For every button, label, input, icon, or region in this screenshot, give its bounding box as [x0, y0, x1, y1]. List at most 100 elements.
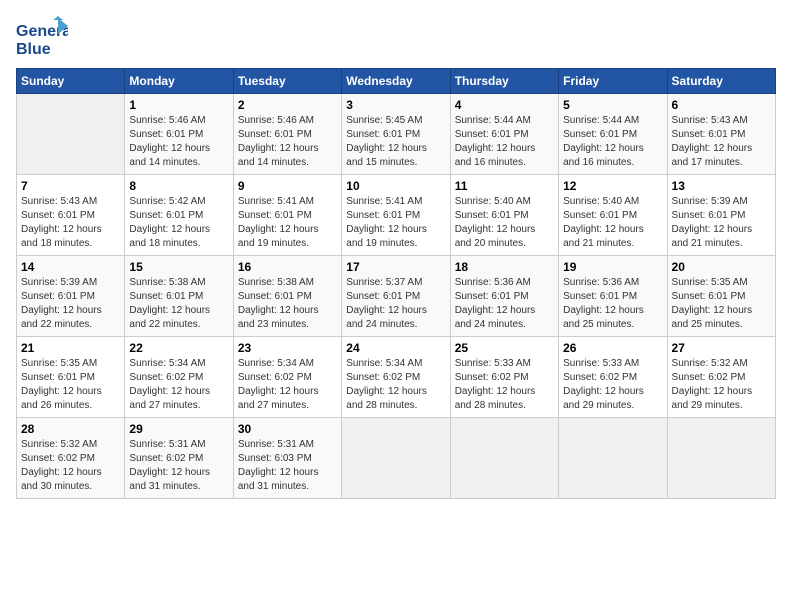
daylight-text: Daylight: 12 hours and 28 minutes.	[346, 385, 445, 413]
sunset-text: Sunset: 6:01 PM	[346, 128, 445, 142]
daylight-text: Daylight: 12 hours and 18 minutes.	[129, 223, 228, 251]
daylight-text: Daylight: 12 hours and 14 minutes.	[238, 142, 337, 170]
day-number: 6	[672, 98, 771, 112]
sunrise-text: Sunrise: 5:41 AM	[238, 195, 337, 209]
calendar-cell: 29Sunrise: 5:31 AMSunset: 6:02 PMDayligh…	[125, 418, 233, 499]
sunrise-text: Sunrise: 5:31 AM	[129, 438, 228, 452]
day-info: Sunrise: 5:32 AMSunset: 6:02 PMDaylight:…	[21, 438, 120, 494]
calendar-cell: 21 Sunrise: 5:35 AMSunset: 6:01 PMDayligh…	[17, 337, 125, 418]
day-info: Sunrise: 5:39 AMSunset: 6:01 PMDaylight:…	[672, 195, 771, 251]
day-number: 8	[129, 179, 228, 193]
day-info: Sunrise: 5:43 AMSunset: 6:01 PMDaylight:…	[672, 114, 771, 170]
day-number: 5	[563, 98, 662, 112]
sunrise-text: Sunrise: 5:35 AM	[21, 357, 120, 371]
calendar-cell: 4Sunrise: 5:44 AMSunset: 6:01 PMDaylight…	[450, 94, 558, 175]
calendar-cell: 18Sunrise: 5:36 AMSunset: 6:01 PMDayligh…	[450, 256, 558, 337]
sunrise-text: Sunrise: 5:43 AM	[21, 195, 120, 209]
day-info: Sunrise: 5:42 AMSunset: 6:01 PMDaylight:…	[129, 195, 228, 251]
calendar-cell: 27Sunrise: 5:32 AMSunset: 6:02 PMDayligh…	[667, 337, 775, 418]
sunrise-text: Sunrise: 5:32 AM	[21, 438, 120, 452]
day-number: 10	[346, 179, 445, 193]
calendar-cell: 5Sunrise: 5:44 AMSunset: 6:01 PMDaylight…	[559, 94, 667, 175]
day-number: 28	[21, 422, 120, 436]
day-info: Sunrise: 5:46 AMSunset: 6:01 PMDaylight:…	[238, 114, 337, 170]
sunset-text: Sunset: 6:01 PM	[672, 290, 771, 304]
day-number: 4	[455, 98, 554, 112]
calendar-cell: 12Sunrise: 5:40 AMSunset: 6:01 PMDayligh…	[559, 175, 667, 256]
calendar-cell: 30 Sunrise: 5:31 AMSunset: 6:03 PMDayligh…	[233, 418, 341, 499]
calendar-cell: 25 Sunrise: 5:33 AMSunset: 6:02 PMDayligh…	[450, 337, 558, 418]
sunset-text: Sunset: 6:02 PM	[129, 371, 228, 385]
day-info: Sunrise: 5:31 AMSunset: 6:03 PMDaylight:…	[238, 438, 337, 494]
daylight-text: Daylight: 12 hours and 22 minutes.	[129, 304, 228, 332]
sunrise-text: Sunrise: 5:36 AM	[563, 276, 662, 290]
daylight-text: Daylight: 12 hours and 25 minutes.	[563, 304, 662, 332]
sunset-text: Sunset: 6:01 PM	[563, 209, 662, 223]
sunrise-text: Sunrise: 5:44 AM	[563, 114, 662, 128]
day-number: 2	[238, 98, 337, 112]
calendar-cell	[17, 94, 125, 175]
daylight-text: Daylight: 12 hours and 21 minutes.	[672, 223, 771, 251]
sunset-text: Sunset: 6:01 PM	[455, 290, 554, 304]
sunset-text: Sunset: 6:02 PM	[563, 371, 662, 385]
daylight-text: Daylight: 12 hours and 20 minutes.	[455, 223, 554, 251]
calendar-week-5: 28Sunrise: 5:32 AMSunset: 6:02 PMDayligh…	[17, 418, 776, 499]
calendar-cell: 23Sunrise: 5:34 AMSunset: 6:02 PMDayligh…	[233, 337, 341, 418]
day-info: Sunrise: 5:37 AMSunset: 6:01 PMDaylight:…	[346, 276, 445, 332]
sunset-text: Sunset: 6:02 PM	[672, 371, 771, 385]
day-number: 21	[21, 341, 120, 355]
day-info: Sunrise: 5:38 AMSunset: 6:01 PMDaylight:…	[238, 276, 337, 332]
daylight-text: Daylight: 12 hours and 26 minutes.	[21, 385, 120, 413]
sunset-text: Sunset: 6:01 PM	[129, 290, 228, 304]
day-info: Sunrise: 5:36 AMSunset: 6:01 PMDaylight:…	[563, 276, 662, 332]
day-number: 1	[129, 98, 228, 112]
sunset-text: Sunset: 6:02 PM	[455, 371, 554, 385]
day-info: Sunrise: 5:45 AMSunset: 6:01 PMDaylight:…	[346, 114, 445, 170]
calendar-cell: 28 Sunrise: 5:32 AMSunset: 6:02 PMDayligh…	[17, 418, 125, 499]
daylight-text: Daylight: 12 hours and 19 minutes.	[238, 223, 337, 251]
day-info: Sunrise: 5:41 AMSunset: 6:01 PMDaylight:…	[346, 195, 445, 251]
sunrise-text: Sunrise: 5:32 AM	[672, 357, 771, 371]
daylight-text: Daylight: 12 hours and 27 minutes.	[129, 385, 228, 413]
sunset-text: Sunset: 6:01 PM	[455, 209, 554, 223]
day-number: 25	[455, 341, 554, 355]
sunrise-text: Sunrise: 5:43 AM	[672, 114, 771, 128]
day-info: Sunrise: 5:41 AMSunset: 6:01 PMDaylight:…	[238, 195, 337, 251]
sunrise-text: Sunrise: 5:33 AM	[455, 357, 554, 371]
day-number: 27	[672, 341, 771, 355]
logo: General Blue	[16, 16, 68, 60]
daylight-text: Daylight: 12 hours and 14 minutes.	[129, 142, 228, 170]
sunrise-text: Sunrise: 5:34 AM	[129, 357, 228, 371]
daylight-text: Daylight: 12 hours and 31 minutes.	[129, 466, 228, 494]
day-number: 24	[346, 341, 445, 355]
calendar-cell: 26Sunrise: 5:33 AMSunset: 6:02 PMDayligh…	[559, 337, 667, 418]
sunset-text: Sunset: 6:01 PM	[21, 371, 120, 385]
sunset-text: Sunset: 6:02 PM	[129, 452, 228, 466]
calendar-cell: 13Sunrise: 5:39 AMSunset: 6:01 PMDayligh…	[667, 175, 775, 256]
sunset-text: Sunset: 6:01 PM	[455, 128, 554, 142]
day-number: 14	[21, 260, 120, 274]
day-number: 22	[129, 341, 228, 355]
calendar-cell	[559, 418, 667, 499]
day-info: Sunrise: 5:33 AMSunset: 6:02 PMDaylight:…	[455, 357, 554, 413]
column-header-thursday: Thursday	[450, 69, 558, 94]
daylight-text: Daylight: 12 hours and 28 minutes.	[455, 385, 554, 413]
sunrise-text: Sunrise: 5:40 AM	[563, 195, 662, 209]
column-header-friday: Friday	[559, 69, 667, 94]
day-number: 19	[563, 260, 662, 274]
day-number: 12	[563, 179, 662, 193]
page-header: General Blue	[16, 16, 776, 60]
day-info: Sunrise: 5:35 AMSunset: 6:01 PMDaylight:…	[672, 276, 771, 332]
day-number: 30	[238, 422, 337, 436]
day-info: Sunrise: 5:40 AMSunset: 6:01 PMDaylight:…	[455, 195, 554, 251]
sunset-text: Sunset: 6:01 PM	[238, 209, 337, 223]
calendar-cell: 6 Sunrise: 5:43 AMSunset: 6:01 PMDaylight…	[667, 94, 775, 175]
sunrise-text: Sunrise: 5:33 AM	[563, 357, 662, 371]
calendar-cell: 20Sunrise: 5:35 AMSunset: 6:01 PMDayligh…	[667, 256, 775, 337]
day-info: Sunrise: 5:35 AMSunset: 6:01 PMDaylight:…	[21, 357, 120, 413]
sunset-text: Sunset: 6:02 PM	[21, 452, 120, 466]
calendar-cell	[342, 418, 450, 499]
sunrise-text: Sunrise: 5:37 AM	[346, 276, 445, 290]
daylight-text: Daylight: 12 hours and 18 minutes.	[21, 223, 120, 251]
day-number: 15	[129, 260, 228, 274]
